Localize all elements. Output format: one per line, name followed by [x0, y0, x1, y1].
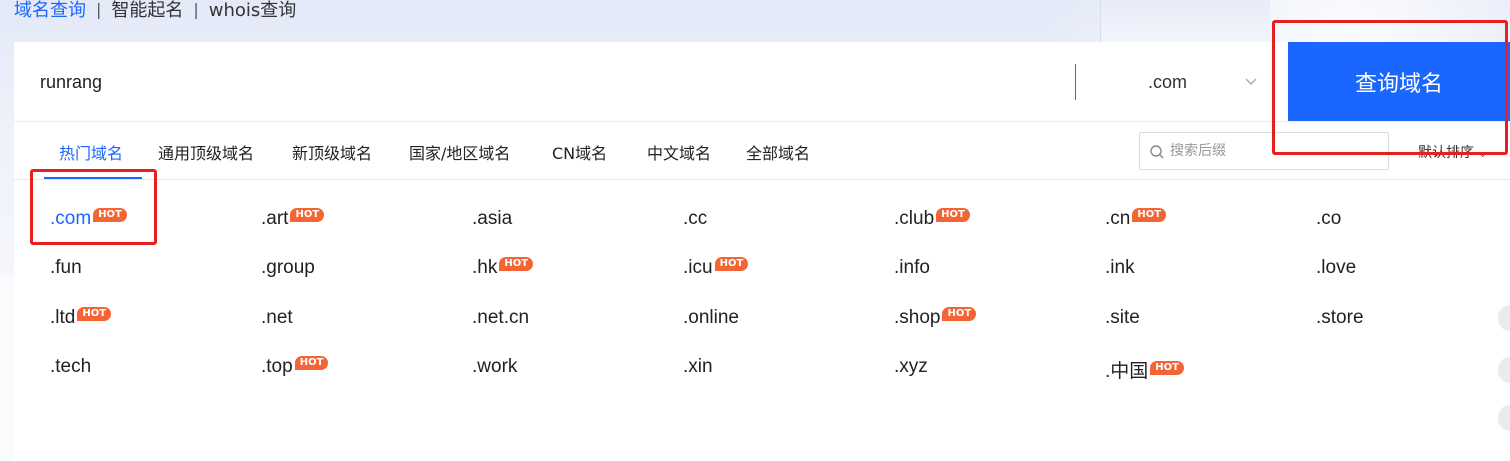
- tld-item[interactable]: .love: [1316, 257, 1356, 279]
- category-tabs: 热门域名 通用顶级域名 新顶级域名 国家/地区域名 CN域名 中文域名 全部域名…: [14, 122, 1510, 180]
- tld-item[interactable]: .cc: [683, 208, 707, 230]
- sort-label: 默认排序: [1418, 145, 1474, 161]
- tld-name: .club: [894, 208, 935, 229]
- tld-item[interactable]: .asia: [472, 208, 512, 230]
- tld-item[interactable]: .art HOT: [261, 208, 325, 230]
- tld-name: .art: [261, 208, 289, 229]
- tld-name: .icu: [683, 257, 713, 278]
- tab-all-domains[interactable]: 全部域名: [746, 140, 810, 164]
- tld-name: .cc: [683, 208, 708, 229]
- hot-badge: HOT: [1132, 208, 1167, 222]
- tld-name: .group: [261, 257, 315, 278]
- tld-item[interactable]: .net.cn: [472, 307, 529, 329]
- tld-name: .top: [261, 356, 293, 377]
- chevron-down-icon: [1245, 78, 1257, 85]
- hot-badge: HOT: [714, 257, 749, 271]
- sort-dropdown[interactable]: 默认排序 ⌄: [1418, 142, 1487, 162]
- hot-badge: HOT: [936, 208, 970, 222]
- hero-decoration: [1100, 0, 1270, 42]
- tab-new-tld[interactable]: 新顶级域名: [292, 140, 372, 164]
- chevron-down-icon: ⌄: [1478, 147, 1488, 160]
- tld-item[interactable]: .group: [261, 257, 315, 279]
- tld-dropdown[interactable]: .com: [1114, 62, 1274, 102]
- tab-hot-domains[interactable]: 热门域名: [59, 140, 123, 164]
- top-tabs: 域名查询 | 智能起名 | whois查询: [14, 0, 296, 24]
- tab-generic-tld[interactable]: 通用顶级域名: [158, 140, 254, 164]
- tld-name: .shop: [894, 307, 941, 328]
- tld-name: .store: [1316, 307, 1364, 328]
- tab-domain-query[interactable]: 域名查询: [14, 0, 86, 22]
- search-bar: .com 查询域名: [14, 42, 1510, 122]
- tld-item[interactable]: .ink: [1105, 257, 1135, 279]
- tld-item[interactable]: .store: [1316, 307, 1364, 329]
- tld-name: .asia: [472, 208, 513, 229]
- hot-badge: HOT: [93, 208, 127, 222]
- hot-badge: HOT: [942, 307, 977, 321]
- tld-item[interactable]: .work: [472, 356, 517, 378]
- tld-item[interactable]: .online: [683, 307, 739, 329]
- tld-name: .com: [50, 208, 92, 229]
- tld-name: .tech: [50, 356, 92, 377]
- tab-country-tld[interactable]: 国家/地区域名: [409, 140, 510, 164]
- tld-item[interactable]: .info: [894, 257, 930, 279]
- tld-name: .net.cn: [472, 307, 530, 328]
- tld-name: .hk: [472, 257, 498, 278]
- tld-name: .work: [472, 356, 518, 377]
- tld-name: .xyz: [894, 356, 928, 377]
- tld-grid: .com HOT .art HOT .asia .cc .club HOT .cn HOT .co.…: [14, 180, 1510, 461]
- domain-search-panel: .com 查询域名 热门域名 通用顶级域名 新顶级域名 国家/地区域名 CN域名…: [14, 42, 1510, 461]
- tld-dropdown-value: .com: [1148, 71, 1188, 92]
- tld-name: .co: [1316, 208, 1342, 229]
- hot-badge: HOT: [294, 356, 329, 370]
- hot-badge: HOT: [1150, 361, 1184, 375]
- tld-name: .site: [1105, 307, 1140, 328]
- tab-chinese-domains[interactable]: 中文域名: [647, 140, 711, 164]
- tld-name: .cn: [1105, 208, 1131, 229]
- hot-badge: HOT: [290, 208, 325, 222]
- tld-item[interactable]: .fun: [50, 257, 82, 279]
- tld-item[interactable]: .xyz: [894, 356, 928, 378]
- tld-item[interactable]: .shop HOT: [894, 307, 977, 329]
- tab-separator: |: [193, 0, 199, 19]
- tld-name: .ltd: [50, 307, 76, 328]
- tld-item[interactable]: .tech: [50, 356, 91, 378]
- tld-name: .fun: [50, 257, 82, 278]
- tab-smart-naming[interactable]: 智能起名: [111, 0, 183, 22]
- tld-item[interactable]: .net: [261, 307, 293, 329]
- tab-whois[interactable]: whois查询: [209, 0, 297, 22]
- tld-item[interactable]: .ltd HOT: [50, 307, 112, 329]
- tld-item[interactable]: .icu HOT: [683, 257, 749, 279]
- domain-search-input[interactable]: [40, 62, 1060, 102]
- suffix-search-input[interactable]: [1170, 139, 1380, 163]
- search-icon: [1150, 145, 1164, 159]
- tld-item[interactable]: .co: [1316, 208, 1341, 230]
- tld-item[interactable]: .中国 HOT: [1105, 356, 1184, 383]
- tld-name: .xin: [683, 356, 713, 377]
- tld-item[interactable]: .xin: [683, 356, 713, 378]
- tab-separator: |: [96, 0, 102, 19]
- tld-name: .love: [1316, 257, 1357, 278]
- active-tab-indicator: [44, 177, 142, 179]
- tld-item[interactable]: .cn HOT: [1105, 208, 1167, 230]
- tld-name: .ink: [1105, 257, 1135, 278]
- tld-item[interactable]: .hk HOT: [472, 257, 534, 279]
- query-domain-button[interactable]: 查询域名: [1288, 42, 1510, 121]
- suffix-search-box: [1139, 132, 1389, 170]
- tld-item[interactable]: .top HOT: [261, 356, 329, 378]
- tld-item[interactable]: .site: [1105, 307, 1140, 329]
- tld-name: .net: [261, 307, 293, 328]
- hot-badge: HOT: [499, 257, 534, 271]
- hot-badge: HOT: [77, 307, 112, 321]
- tld-item[interactable]: .com HOT: [50, 208, 127, 230]
- tab-cn-domains[interactable]: CN域名: [552, 140, 607, 164]
- tld-name: .online: [683, 307, 739, 328]
- divider: [1075, 64, 1076, 100]
- tld-name: .中国: [1105, 361, 1149, 382]
- tld-item[interactable]: .club HOT: [894, 208, 970, 230]
- tld-name: .info: [894, 257, 930, 278]
